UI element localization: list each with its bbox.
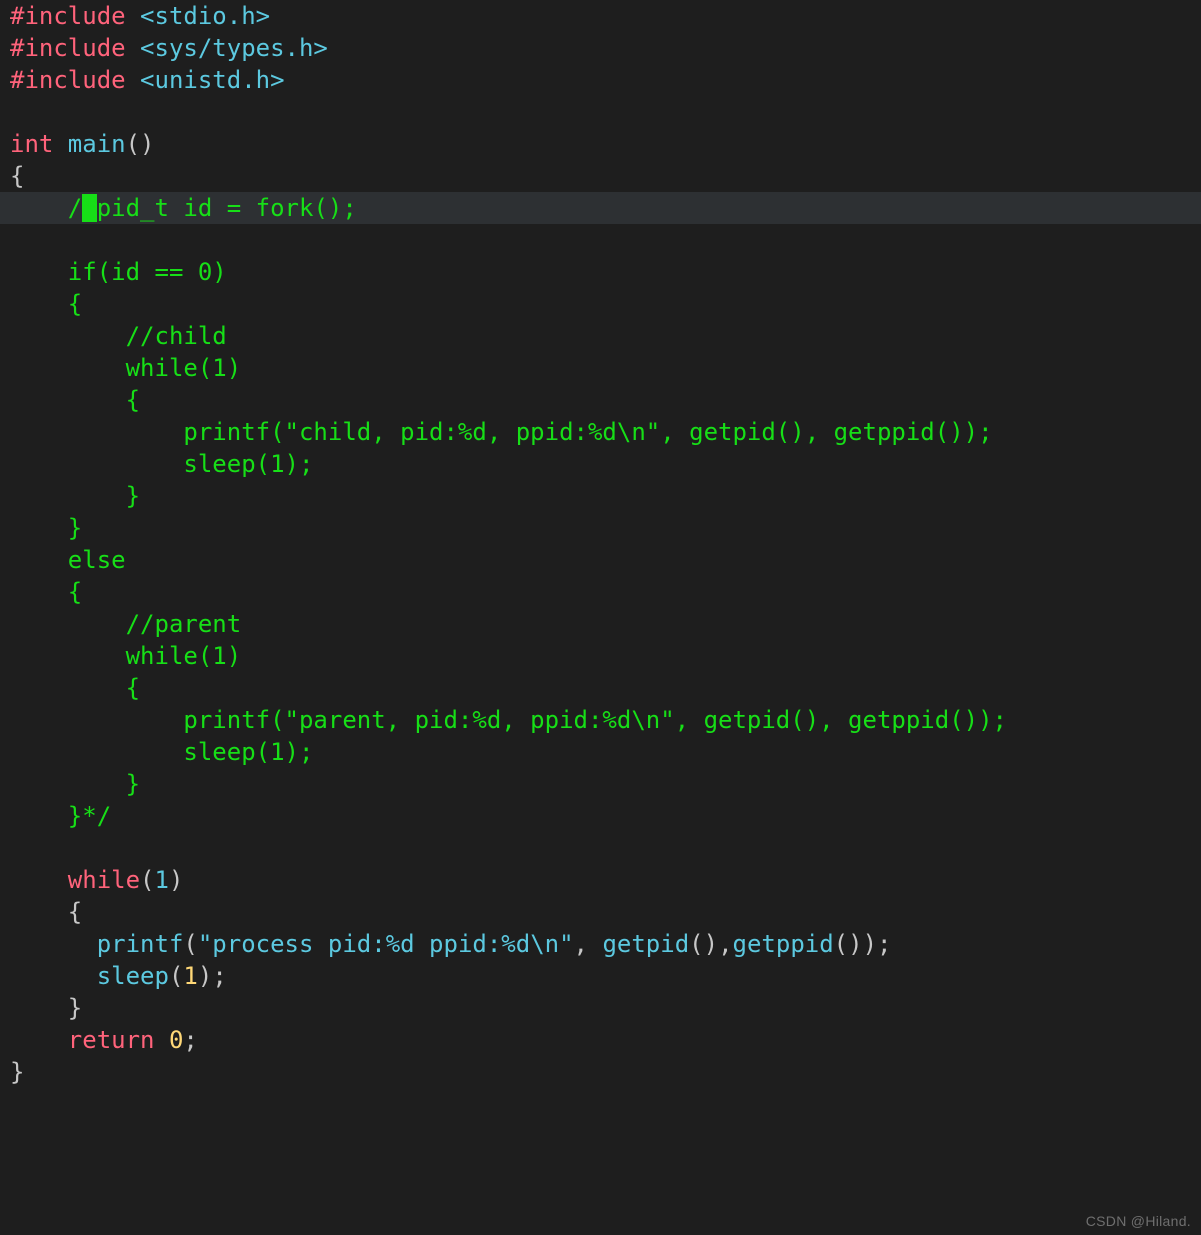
fn-call: getppid (733, 930, 834, 958)
paren-close: ) (198, 962, 212, 990)
pp-path: <sys/types.h> (126, 34, 328, 62)
code-line: //child (0, 320, 1201, 352)
comment-body: } (126, 770, 140, 798)
code-line: } (0, 512, 1201, 544)
comment-body: else (68, 546, 126, 574)
pp-path: <stdio.h> (126, 2, 271, 30)
code-line: while(1) (0, 864, 1201, 896)
comment-body: sleep(1); (183, 450, 313, 478)
code-line: { (0, 896, 1201, 928)
fn-call: getpid (602, 930, 689, 958)
code-line: printf("child, pid:%d, ppid:%d\n", getpi… (0, 416, 1201, 448)
code-line: #include <stdio.h> (0, 0, 1201, 32)
fn-call: sleep (97, 962, 169, 990)
parens: () (126, 130, 155, 158)
code-line: while(1) (0, 352, 1201, 384)
comment-body: { (126, 386, 140, 414)
comment-body: { (68, 290, 82, 318)
code-line: } (0, 1056, 1201, 1088)
pp-path: <unistd.h> (126, 66, 285, 94)
code-line: return 0; (0, 1024, 1201, 1056)
code-line: if(id == 0) (0, 256, 1201, 288)
editor-cursor: * (82, 194, 96, 222)
code-line: { (0, 160, 1201, 192)
comment-body: { (126, 674, 140, 702)
code-line: #include <unistd.h> (0, 64, 1201, 96)
space (155, 1026, 169, 1054)
comment-body: while(1) (126, 354, 242, 382)
comment-body: sleep(1); (183, 738, 313, 766)
comment-body: }*/ (68, 802, 111, 830)
comment-body: if(id == 0) (68, 258, 227, 286)
code-line (0, 224, 1201, 256)
brace: } (68, 994, 82, 1022)
comment-body: } (126, 482, 140, 510)
comma: , (574, 930, 603, 958)
code-line (0, 96, 1201, 128)
fn-call: printf (97, 930, 184, 958)
paren-open: ( (183, 930, 197, 958)
kw-return: return (68, 1026, 155, 1054)
paren-close: ) (169, 866, 183, 894)
code-line: sleep(1); (0, 448, 1201, 480)
comment-body: { (68, 578, 82, 606)
code-line: } (0, 992, 1201, 1024)
string-literal: "process pid:%d ppid:%d\n" (198, 930, 574, 958)
code-line: sleep(1); (0, 736, 1201, 768)
code-line: { (0, 384, 1201, 416)
comment-body: } (68, 514, 82, 542)
indent (10, 194, 68, 222)
comment-body: pid_t id = fork(); (97, 194, 357, 222)
brace: { (68, 898, 82, 926)
number-literal: 1 (155, 866, 169, 894)
code-editor[interactable]: #include <stdio.h>#include <sys/types.h>… (0, 0, 1201, 1088)
code-line: { (0, 672, 1201, 704)
kw-int: int (10, 130, 53, 158)
code-line: while(1) (0, 640, 1201, 672)
semicolon: ; (183, 1026, 197, 1054)
code-line: else (0, 544, 1201, 576)
watermark: CSDN @Hiland. (1086, 1213, 1191, 1229)
comment-body: printf("parent, pid:%d, ppid:%d\n", getp… (183, 706, 1007, 734)
code-line: } (0, 768, 1201, 800)
code-line: printf("parent, pid:%d, ppid:%d\n", getp… (0, 704, 1201, 736)
number-literal: 0 (169, 1026, 183, 1054)
code-line: } (0, 480, 1201, 512)
brace: } (10, 1058, 24, 1086)
brace: { (10, 162, 24, 190)
semicolon: ; (877, 930, 891, 958)
code-line: #include <sys/types.h> (0, 32, 1201, 64)
comment-start-slash: / (68, 194, 82, 222)
paren-open: ( (140, 866, 154, 894)
code-line: int main() (0, 128, 1201, 160)
code-line: { (0, 576, 1201, 608)
code-line-active: /*pid_t id = fork(); (0, 192, 1201, 224)
code-line: sleep(1); (0, 960, 1201, 992)
parens: () (834, 930, 863, 958)
comment-body: while(1) (126, 642, 242, 670)
semicolon: ; (212, 962, 226, 990)
code-line: //parent (0, 608, 1201, 640)
comment-body: //parent (126, 610, 242, 638)
comment-body: printf("child, pid:%d, ppid:%d\n", getpi… (183, 418, 992, 446)
pp-directive: #include (10, 66, 126, 94)
comma: , (718, 930, 732, 958)
code-line: printf("process pid:%d ppid:%d\n", getpi… (0, 928, 1201, 960)
code-line (0, 832, 1201, 864)
kw-while: while (68, 866, 140, 894)
paren-close: ) (863, 930, 877, 958)
fn-name: main (53, 130, 125, 158)
pp-directive: #include (10, 34, 126, 62)
comment-body: //child (126, 322, 227, 350)
number-literal: 1 (183, 962, 197, 990)
paren-open: ( (169, 962, 183, 990)
parens: () (689, 930, 718, 958)
code-line: { (0, 288, 1201, 320)
pp-directive: #include (10, 2, 126, 30)
code-line: }*/ (0, 800, 1201, 832)
